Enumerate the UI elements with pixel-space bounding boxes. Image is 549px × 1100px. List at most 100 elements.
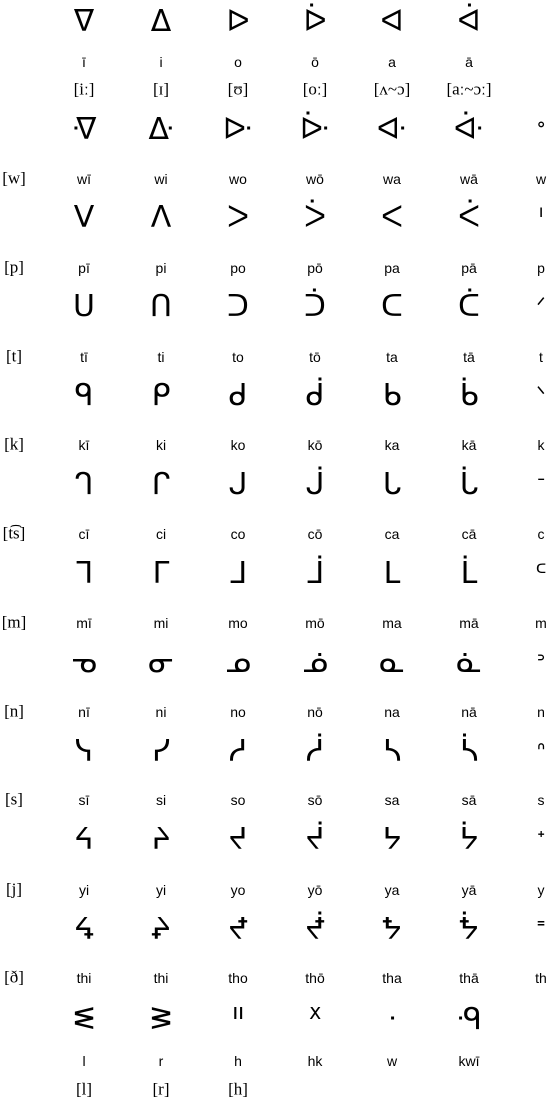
romanization-label: mī <box>76 615 92 631</box>
romanization-label: ma <box>382 615 402 631</box>
romanization-label: kā <box>461 437 477 453</box>
syllabic-glyph: ᐴ <box>304 200 326 235</box>
consonant-ipa-label: [n] <box>4 701 24 721</box>
syllabic-glyph: ᓲ <box>305 734 325 769</box>
romanization-label: p <box>537 260 545 276</box>
syllabic-glyph: ᑴ <box>456 1002 482 1037</box>
syllabic-glyph: ᐌ <box>71 112 97 147</box>
romanization-label: yō <box>307 882 323 898</box>
syllabic-glyph: ᒧ <box>228 556 248 591</box>
romanization-label: si <box>155 792 167 808</box>
romanization-label: sa <box>384 792 400 808</box>
syllabic-glyph: ᓴ <box>382 734 402 769</box>
consonant-ipa-label: [t͡s] <box>2 523 26 543</box>
syllabic-glyph: ᓈ <box>456 645 482 680</box>
romanization-label: nō <box>307 704 323 720</box>
syllabic-glyph: ᑌ <box>73 289 95 324</box>
romanization-label: ta <box>386 349 398 365</box>
romanization-label: r <box>158 1053 164 1069</box>
syllabic-glyph: ᐳ <box>227 200 249 235</box>
syllabic-glyph: ᒐ <box>382 467 402 502</box>
romanization-label: tho <box>228 970 248 986</box>
romanization-label: mi <box>153 615 169 631</box>
romanization-label: yo <box>230 882 246 898</box>
syllabic-glyph: ᖨ <box>151 912 171 947</box>
syllabic-glyph: ᔮ <box>459 822 479 857</box>
syllabic-glyph: ᔫ <box>305 822 325 857</box>
syllabic-glyph: ᑳ <box>459 378 479 413</box>
syllabic-glyph: ᐹ <box>458 200 480 235</box>
syllabic-glyph: ᑲ <box>382 378 402 413</box>
romanization-label: o <box>234 54 242 70</box>
syllabic-glyph: ᐸ <box>381 200 403 235</box>
syllabic-glyph: ᓅ <box>302 645 328 680</box>
syllabic-glyph: ᐧ <box>388 1002 396 1037</box>
romanization-label: k <box>537 437 545 453</box>
romanization-label: wā <box>460 171 478 187</box>
syllabic-glyph: ᐕ <box>299 112 331 147</box>
romanization-label: na <box>384 704 400 720</box>
romanization-label: tī <box>80 349 88 365</box>
syllabic-glyph: ᖭ <box>459 912 479 947</box>
consonant-ipa-label: [w] <box>2 168 26 188</box>
romanization-label: l <box>82 1053 86 1069</box>
romanization-label: pa <box>384 260 400 276</box>
syllabic-glyph: ᓵ <box>459 734 479 769</box>
final-glyph: ᐨ <box>536 472 546 497</box>
romanization-label: i <box>159 54 163 70</box>
syllabic-glyph: ᐃ <box>150 4 172 39</box>
romanization-label: ki <box>155 437 167 453</box>
consonant-ipa-label: [ð] <box>4 967 24 987</box>
romanization-label: po <box>230 260 246 276</box>
romanization-label: mo <box>228 615 248 631</box>
syllabic-glyph: ᒥ <box>152 556 170 591</box>
romanization-label: ko <box>230 437 246 453</box>
romanization-label: w <box>535 171 547 187</box>
consonant-ipa-label: [p] <box>4 257 24 277</box>
romanization-label: n <box>537 704 545 720</box>
final-glyph: ᙾ <box>536 917 546 942</box>
romanization-label: pi <box>155 260 167 276</box>
syllabic-glyph: ᑖ <box>458 289 480 324</box>
consonant-ipa-label: [t] <box>5 346 23 366</box>
romanization-label: wi <box>154 171 168 187</box>
romanization-label: t <box>539 349 543 365</box>
romanization-label: m <box>535 615 547 631</box>
syllabic-glyph: ᖪ <box>228 912 248 947</box>
syllabic-glyph: ᐘ <box>376 112 408 147</box>
romanization-label: pā <box>461 260 477 276</box>
syllabic-glyph: ᑐ <box>227 289 249 324</box>
romanization-label: kī <box>78 437 90 453</box>
syllabic-glyph: ᐱ <box>150 200 172 235</box>
consonant-ipa-label: [j] <box>5 879 23 899</box>
romanization-label: tha <box>382 970 402 986</box>
syllabic-glyph: ᒋ <box>151 467 171 502</box>
syllabic-glyph: ᐓ <box>222 112 254 147</box>
romanization-label: h <box>234 1053 242 1069</box>
ipa-label: [ʌ~ɔ] <box>373 79 411 99</box>
syllabic-glyph: ᒪ <box>383 556 401 591</box>
syllabic-glyph: ᒫ <box>460 556 478 591</box>
syllabic-glyph: ᔦ <box>74 822 94 857</box>
syllabic-glyph: ᓱ <box>228 734 248 769</box>
romanization-label: cī <box>78 526 90 542</box>
romanization-label: ka <box>384 437 400 453</box>
syllabic-glyph: ᐋ <box>457 4 481 39</box>
romanization-label: thi <box>153 970 169 986</box>
romanization-label: sō <box>307 792 323 808</box>
syllabic-glyph: ᓯ <box>151 734 171 769</box>
romanization-label: mō <box>305 615 325 631</box>
ipa-label: [ɪ] <box>152 79 170 99</box>
ipa-label: [r] <box>152 1079 170 1099</box>
syllabic-glyph: ᖬ <box>382 912 402 947</box>
syllabic-glyph: ᔨ <box>151 822 171 857</box>
romanization-label: ī <box>82 54 86 70</box>
syllabic-glyph: ᐊ <box>380 4 404 39</box>
romanization-label: thō <box>305 970 325 986</box>
ipa-label: [l] <box>75 1079 93 1099</box>
final-glyph: ᑊ <box>538 205 544 230</box>
romanization-label: ci <box>155 526 167 542</box>
final-glyph: ᒼ <box>535 561 547 586</box>
romanization-label: nī <box>78 704 90 720</box>
romanization-label: kwī <box>458 1053 480 1069</box>
